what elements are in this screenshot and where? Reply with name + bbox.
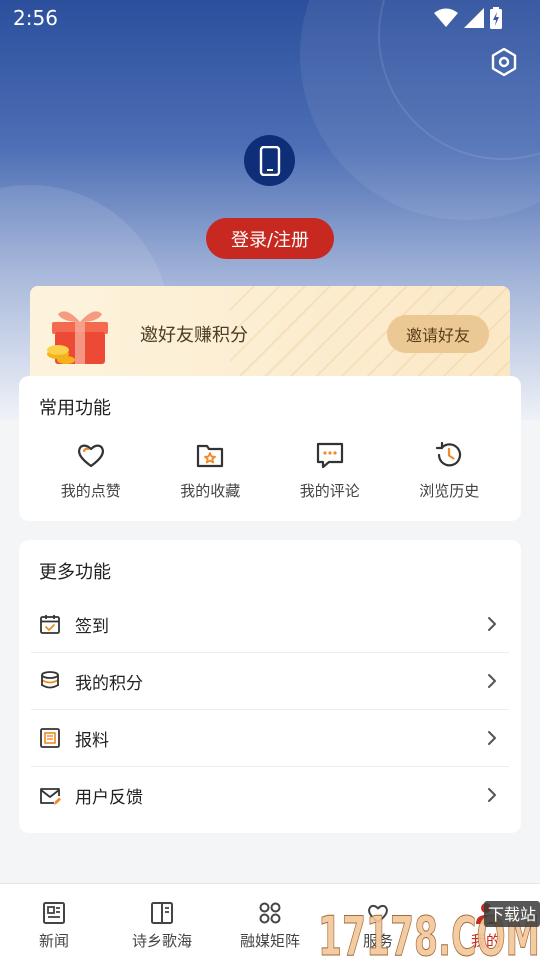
avatar[interactable] — [244, 135, 295, 186]
common-functions-row: 我的点赞 我的收藏 我的评论 浏览历史 — [31, 440, 509, 501]
my-favorites-button[interactable]: 我的收藏 — [151, 440, 271, 501]
list-item-label: 报料 — [75, 730, 109, 751]
chevron-right-icon — [488, 617, 496, 631]
mail-edit-icon — [40, 787, 61, 805]
site-watermark: 17178.COM 下载站 — [318, 901, 540, 960]
invite-banner[interactable]: 邀好友赚积分 邀请好友 — [30, 286, 510, 376]
gift-icon — [47, 311, 108, 364]
list-item-feedback[interactable]: 用户反馈 — [31, 767, 509, 824]
function-label: 我的收藏 — [180, 482, 241, 500]
more-functions-list: 签到 我的积分 报料 用户反馈 — [31, 596, 509, 824]
function-label: 我的评论 — [299, 482, 360, 500]
watermark-badge: 下载站 — [488, 905, 536, 924]
list-item-label: 我的积分 — [75, 673, 143, 694]
report-icon — [40, 728, 60, 748]
calendar-check-icon — [40, 615, 60, 634]
section-title: 常用功能 — [39, 398, 111, 419]
chevron-right-icon — [488, 731, 496, 745]
history-icon — [436, 441, 462, 467]
tab-media-matrix[interactable]: 融媒矩阵 — [216, 884, 324, 960]
comment-icon — [316, 442, 343, 469]
battery-icon — [490, 7, 502, 29]
invite-friends-button[interactable]: 邀请好友 — [387, 315, 489, 353]
news-icon — [43, 902, 65, 924]
grid-icon — [259, 902, 281, 924]
chevron-right-icon — [488, 788, 496, 802]
tab-poetry[interactable]: 诗乡歌海 — [108, 884, 216, 960]
list-item-checkin[interactable]: 签到 — [31, 596, 509, 653]
function-label: 我的点赞 — [60, 482, 121, 500]
status-time: 2:56 — [13, 6, 58, 30]
heart-icon — [77, 444, 104, 468]
tab-label: 诗乡歌海 — [131, 932, 192, 950]
list-item-report[interactable]: 报料 — [31, 710, 509, 767]
login-register-button[interactable]: 登录/注册 — [206, 218, 334, 259]
wifi-icon — [434, 8, 458, 27]
list-item-label: 用户反馈 — [75, 788, 143, 808]
my-likes-button[interactable]: 我的点赞 — [31, 440, 151, 501]
phone-icon — [259, 145, 280, 176]
signal-icon — [464, 8, 484, 28]
my-comments-button[interactable]: 我的评论 — [270, 440, 390, 501]
list-item-points[interactable]: 我的积分 — [31, 653, 509, 710]
tab-label: 新闻 — [38, 932, 69, 950]
tab-label: 融媒矩阵 — [239, 932, 300, 950]
status-bar: 2:56 — [0, 0, 540, 36]
settings-button[interactable] — [488, 46, 520, 78]
function-label: 浏览历史 — [419, 482, 480, 500]
settings-icon — [491, 47, 517, 77]
chevron-right-icon — [488, 674, 496, 688]
invite-text: 邀好友赚积分 — [140, 325, 248, 346]
list-item-label: 签到 — [75, 616, 109, 637]
coins-icon — [41, 671, 59, 689]
tab-news[interactable]: 新闻 — [0, 884, 108, 960]
browse-history-button[interactable]: 浏览历史 — [390, 440, 510, 501]
more-functions-card: 更多功能 签到 我的积分 报料 用户反馈 — [19, 540, 521, 833]
section-title: 更多功能 — [39, 562, 111, 583]
book-icon — [151, 902, 173, 924]
status-icons — [434, 7, 502, 29]
star-folder-icon — [197, 444, 224, 468]
common-functions-card: 常用功能 我的点赞 我的收藏 我的评论 浏览历史 — [19, 376, 521, 521]
